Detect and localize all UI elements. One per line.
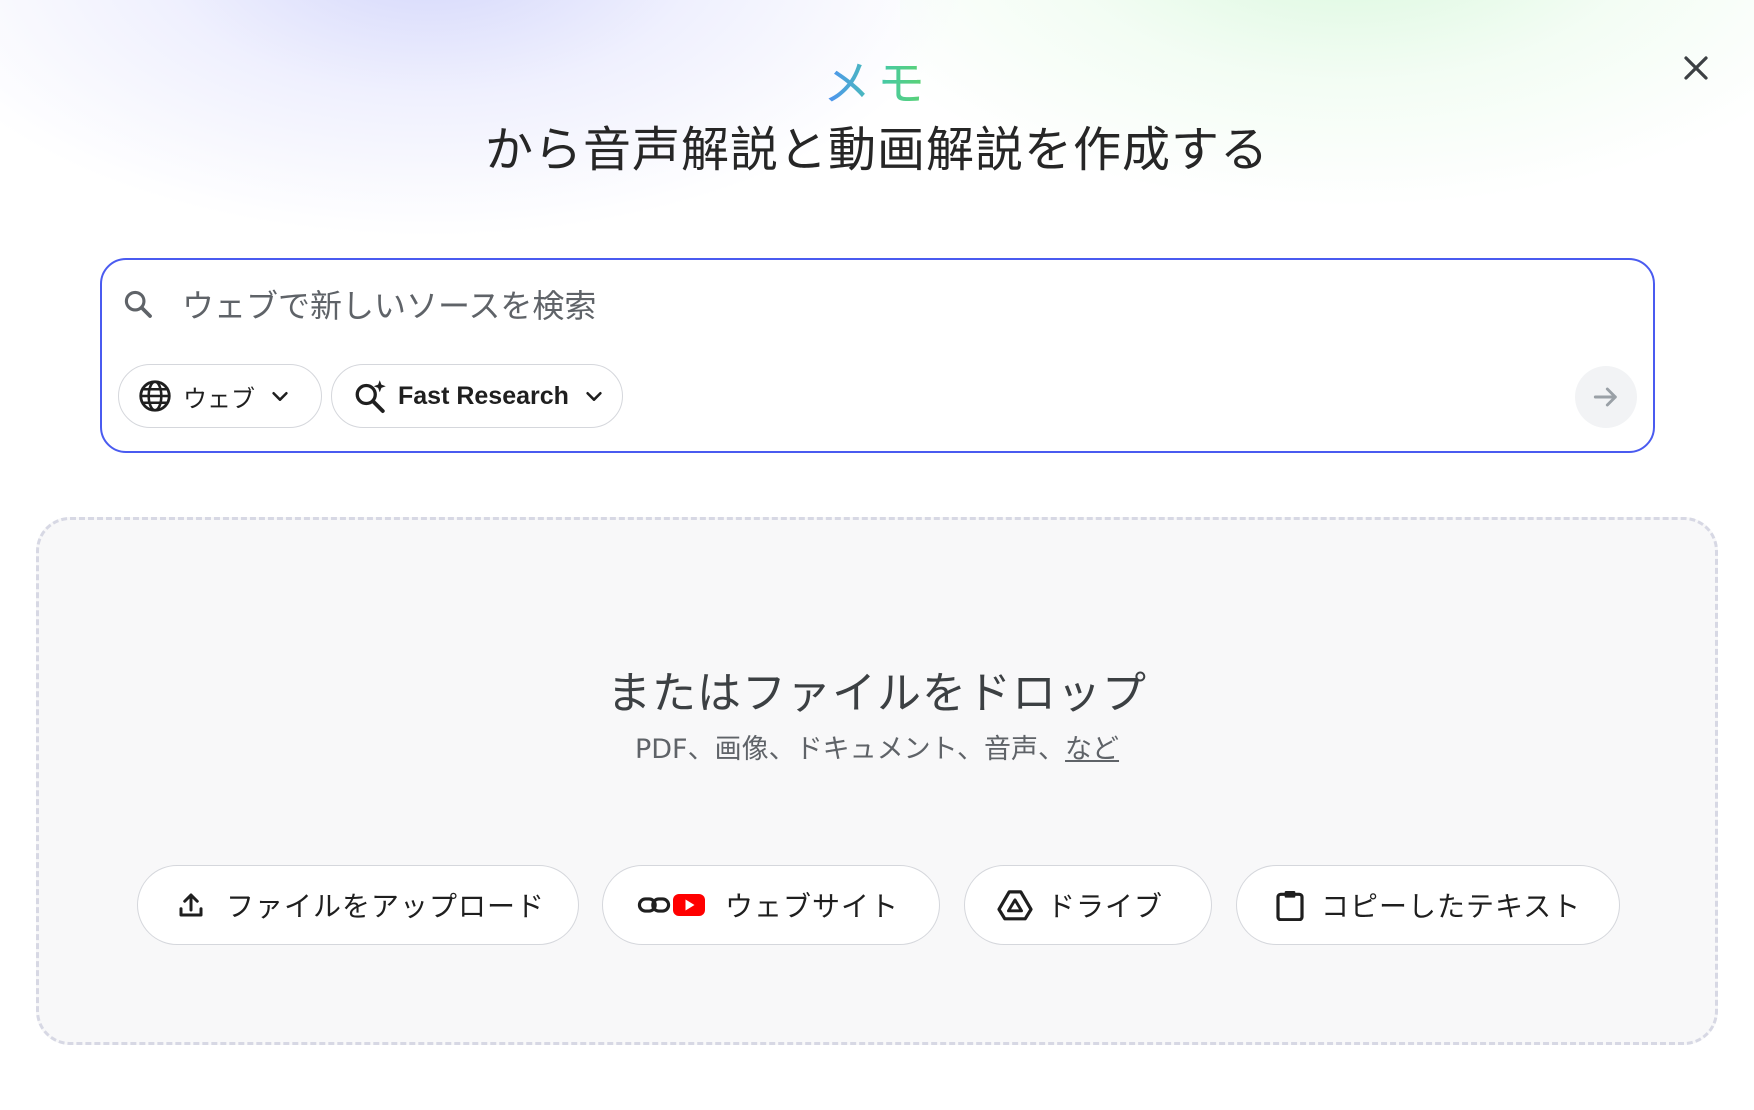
copied-text-button[interactable]: コピーしたテキスト bbox=[1236, 865, 1620, 945]
arrow-right-icon bbox=[1593, 387, 1617, 407]
upload-icon bbox=[174, 890, 208, 920]
google-drive-button[interactable]: ドライブ bbox=[964, 865, 1212, 945]
drive-label: ドライブ bbox=[1047, 890, 1164, 923]
dialog-heading: メモ から音声解説と動画解説を作成する bbox=[0, 56, 1754, 180]
supported-types-text: PDF、画像、ドキュメント、音声、 bbox=[634, 734, 1066, 765]
chevron-down-icon bbox=[583, 385, 605, 407]
sparkle-search-icon bbox=[352, 378, 388, 414]
heading-title: から音声解説と動画解説を作成する bbox=[484, 122, 1269, 178]
file-drop-zone[interactable]: またはファイルをドロップ PDF、画像、ドキュメント、音声、など ファイルをアッ… bbox=[36, 517, 1718, 1045]
drop-zone-title: またはファイルをドロップ bbox=[607, 668, 1147, 719]
website-label: ウェブサイト bbox=[725, 890, 900, 923]
drive-icon bbox=[997, 889, 1033, 921]
copied-text-label: コピーしたテキスト bbox=[1321, 890, 1582, 923]
upload-file-label: ファイルをアップロード bbox=[226, 890, 546, 923]
research-mode-label: Fast Research bbox=[398, 381, 569, 410]
web-search-box: ウェブ Fast Research bbox=[100, 258, 1655, 453]
more-types-link[interactable]: など bbox=[1065, 734, 1119, 765]
search-input[interactable] bbox=[182, 280, 1562, 332]
search-icon bbox=[120, 286, 156, 322]
heading-accent-word: メモ bbox=[822, 56, 931, 112]
clipboard-icon bbox=[1275, 889, 1305, 921]
research-mode-dropdown[interactable]: Fast Research bbox=[331, 364, 623, 428]
link-icon bbox=[637, 890, 671, 920]
search-submit-button[interactable] bbox=[1575, 366, 1637, 428]
youtube-icon bbox=[673, 893, 705, 917]
source-type-label: ウェブ bbox=[183, 384, 255, 413]
globe-icon bbox=[137, 378, 173, 414]
notebook-source-dialog: メモ から音声解説と動画解説を作成する ウェブで新しいソースを検索 ウェブ Fa… bbox=[0, 0, 1754, 1110]
add-website-button[interactable]: ウェブサイト bbox=[602, 865, 940, 945]
drop-zone-subtitle: PDF、画像、ドキュメント、音声、など bbox=[39, 727, 1715, 766]
upload-file-button[interactable]: ファイルをアップロード bbox=[137, 865, 579, 945]
source-type-dropdown[interactable]: ウェブ bbox=[118, 364, 322, 428]
chevron-down-icon bbox=[269, 385, 291, 407]
